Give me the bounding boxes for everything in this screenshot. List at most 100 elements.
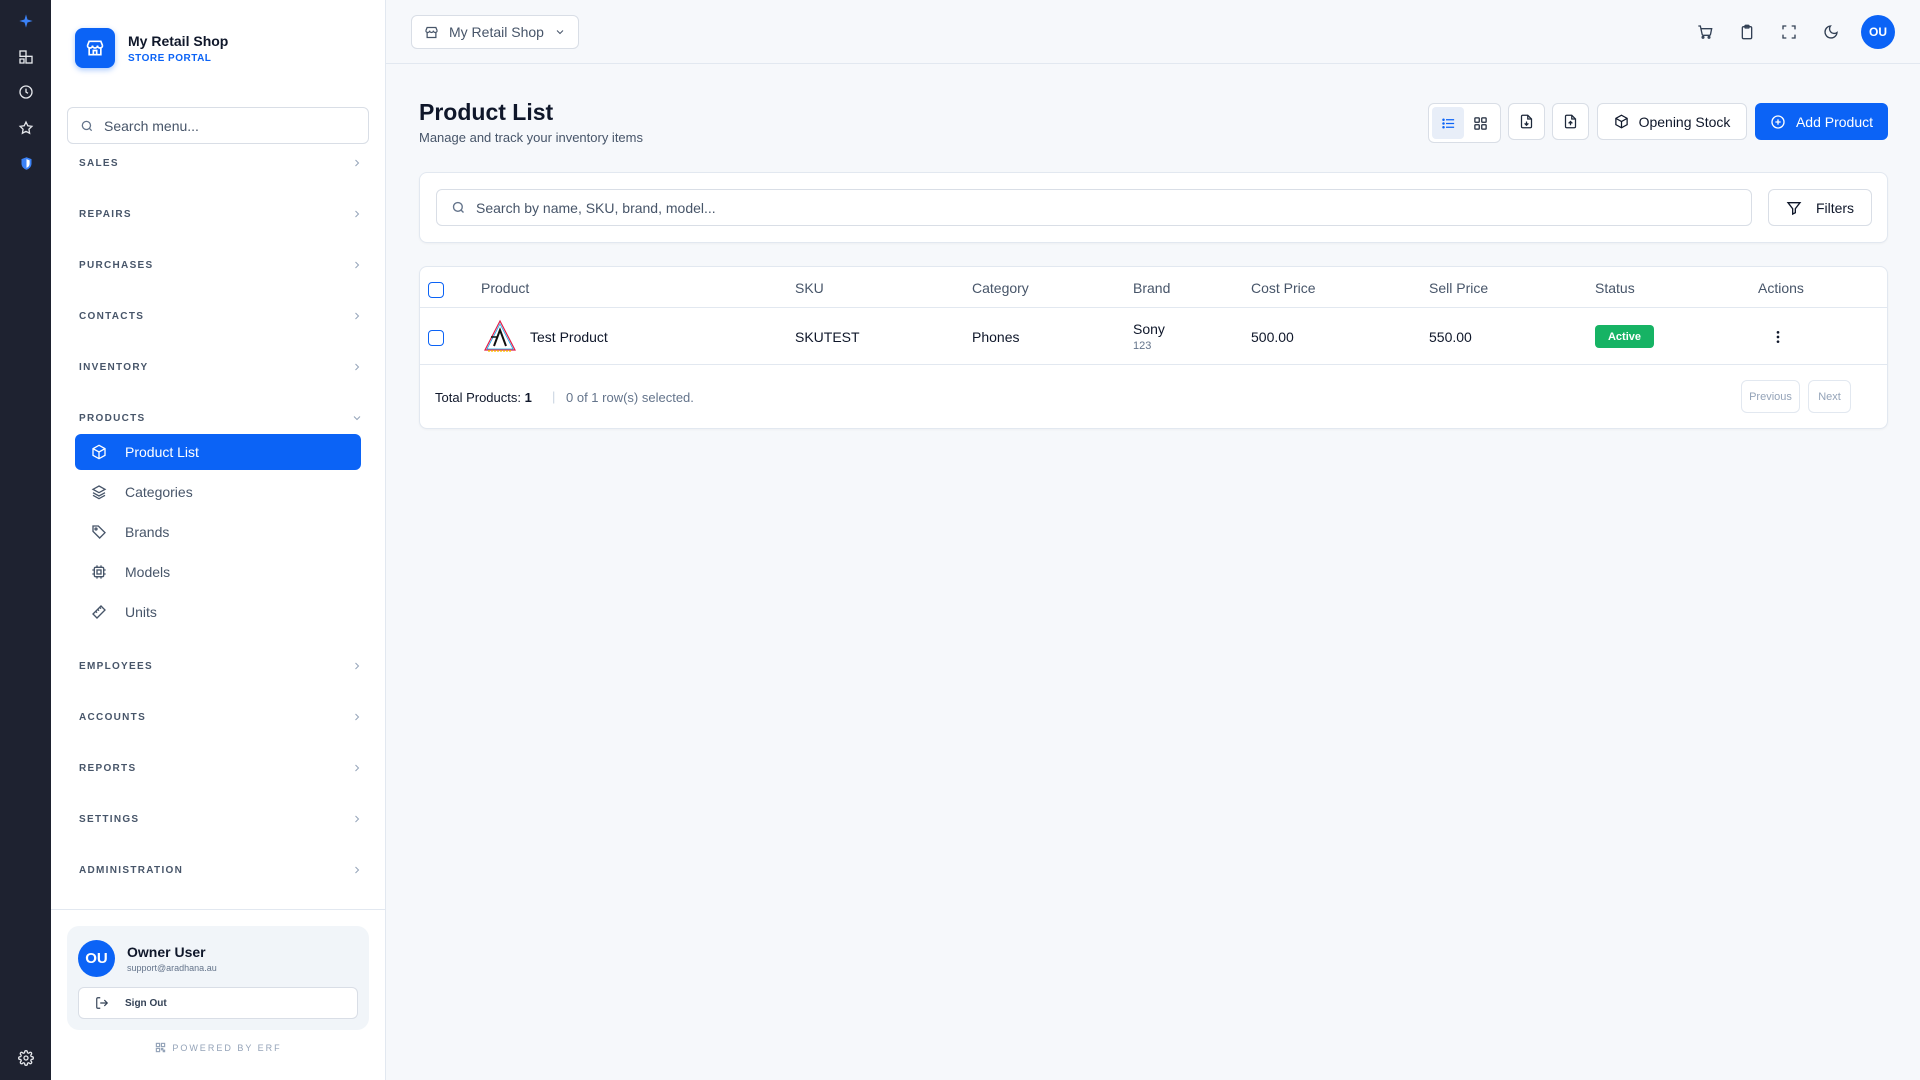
shop-selector[interactable]: My Retail Shop [411, 15, 579, 49]
search-icon [452, 201, 464, 213]
sidebar-item-units[interactable]: Units [75, 594, 361, 630]
row-actions-button[interactable] [1768, 327, 1788, 347]
section-purchases[interactable]: PURCHASES [79, 255, 363, 275]
product-sku: SKUTEST [795, 329, 860, 345]
section-contacts[interactable]: CONTACTS [79, 306, 363, 326]
sidebar-item-product-list[interactable]: Product List [75, 434, 361, 470]
fullscreen-icon[interactable] [1777, 20, 1801, 44]
chevron-right-icon [355, 662, 360, 670]
footer-separator: | [552, 389, 556, 404]
column-header-cost-price[interactable]: Cost Price [1251, 280, 1316, 296]
section-label: REPORTS [79, 762, 137, 774]
chevron-right-icon [355, 261, 360, 269]
dashboard-icon[interactable] [13, 44, 39, 70]
sign-out-button[interactable]: Sign Out [78, 987, 358, 1019]
shop-selector-value: My Retail Shop [449, 24, 544, 40]
sidebar-item-brands[interactable]: Brands [75, 514, 361, 550]
import-button[interactable] [1508, 103, 1545, 140]
sidebar-item-categories[interactable]: Categories [75, 474, 361, 510]
more-vertical-icon [1776, 331, 1780, 343]
section-settings[interactable]: SETTINGS [79, 809, 363, 829]
next-page-button[interactable]: Next [1808, 380, 1851, 413]
section-reports[interactable]: REPORTS [79, 758, 363, 778]
opening-stock-button[interactable]: Opening Stock [1597, 103, 1747, 140]
top-bar: My Retail Shop [386, 0, 1920, 64]
divider [420, 364, 1887, 365]
column-header-sell-price[interactable]: Sell Price [1429, 280, 1488, 296]
tag-icon [92, 525, 106, 539]
add-product-button[interactable]: Add Product [1755, 103, 1888, 140]
section-administration[interactable]: ADMINISTRATION [79, 860, 363, 880]
section-accounts[interactable]: ACCOUNTS [79, 707, 363, 727]
section-label: INVENTORY [79, 361, 149, 373]
filter-card: Search by name, SKU, brand, model... Fil… [419, 172, 1888, 243]
list-view-button[interactable] [1432, 107, 1464, 139]
section-inventory[interactable]: INVENTORY [79, 357, 363, 377]
file-import-icon [1520, 114, 1533, 129]
history-icon[interactable] [13, 79, 39, 105]
chevron-right-icon [355, 159, 360, 167]
sidebar: My Retail Shop STORE PORTAL Search menu.… [51, 0, 386, 1080]
box-icon [1614, 114, 1628, 129]
export-button[interactable] [1552, 103, 1589, 140]
sidebar-item-label: Brands [125, 524, 170, 540]
view-toggle [1428, 103, 1501, 143]
section-sales[interactable]: SALES [79, 153, 363, 173]
column-header-brand[interactable]: Brand [1133, 280, 1170, 296]
section-repairs[interactable]: REPAIRS [79, 204, 363, 224]
selection-count: 0 of 1 row(s) selected. [566, 390, 694, 405]
section-products[interactable]: PRODUCTS [79, 408, 363, 428]
avatar[interactable]: OU [78, 940, 115, 977]
row-checkbox[interactable] [428, 330, 444, 346]
powered-by-label: POWERED BY ERF [172, 1042, 282, 1053]
search-icon [81, 120, 93, 131]
sign-out-label: Sign Out [125, 997, 167, 1009]
layers-icon [91, 485, 107, 500]
ruler-icon [92, 605, 106, 619]
total-label: Total Products: [435, 390, 521, 405]
plus-circle-icon [1771, 114, 1785, 129]
select-all-checkbox[interactable] [428, 282, 444, 298]
column-header-status[interactable]: Status [1595, 280, 1635, 296]
column-header-category[interactable]: Category [972, 280, 1029, 296]
product-thumbnail[interactable] [482, 318, 518, 354]
column-header-product[interactable]: Product [481, 280, 529, 296]
column-header-sku[interactable]: SKU [795, 280, 824, 296]
previous-page-button[interactable]: Previous [1741, 380, 1800, 413]
chevron-right-icon [355, 866, 360, 874]
sparkle-icon[interactable] [13, 8, 39, 34]
chevron-right-icon [355, 713, 360, 721]
brand-header[interactable]: My Retail Shop STORE PORTAL [75, 28, 228, 68]
moon-icon[interactable] [1819, 20, 1843, 44]
status-badge: Active [1595, 325, 1654, 348]
grid-icon [1473, 116, 1487, 130]
section-label: REPAIRS [79, 208, 132, 220]
chevron-right-icon [355, 210, 360, 218]
section-label: SALES [79, 157, 119, 169]
chevron-right-icon [355, 312, 360, 320]
cpu-icon [92, 565, 106, 579]
chevron-down-icon [556, 30, 564, 35]
shield-icon[interactable] [13, 150, 39, 176]
grid-view-button[interactable] [1464, 107, 1496, 139]
page-subtitle: Manage and track your inventory items [419, 130, 643, 145]
qr-icon [156, 1042, 166, 1053]
star-icon[interactable] [13, 115, 39, 141]
section-label: SETTINGS [79, 813, 140, 825]
sidebar-item-models[interactable]: Models [75, 554, 361, 590]
clipboard-icon[interactable] [1735, 20, 1759, 44]
menu-search-input[interactable]: Search menu... [67, 107, 369, 144]
settings-icon[interactable] [13, 1045, 39, 1071]
section-employees[interactable]: EMPLOYEES [79, 656, 363, 676]
header-avatar[interactable]: OU [1861, 15, 1895, 49]
section-label: PURCHASES [79, 259, 154, 271]
filter-icon [1786, 201, 1802, 215]
filters-button[interactable]: Filters [1768, 189, 1872, 226]
product-name[interactable]: Test Product [530, 329, 608, 345]
product-search-input[interactable]: Search by name, SKU, brand, model... [436, 189, 1752, 226]
cart-icon[interactable] [1693, 20, 1717, 44]
store-icon [75, 28, 115, 68]
sidebar-item-label: Units [125, 604, 157, 620]
chevron-down-icon [353, 416, 361, 421]
product-brand-code: 123 [1133, 340, 1152, 352]
